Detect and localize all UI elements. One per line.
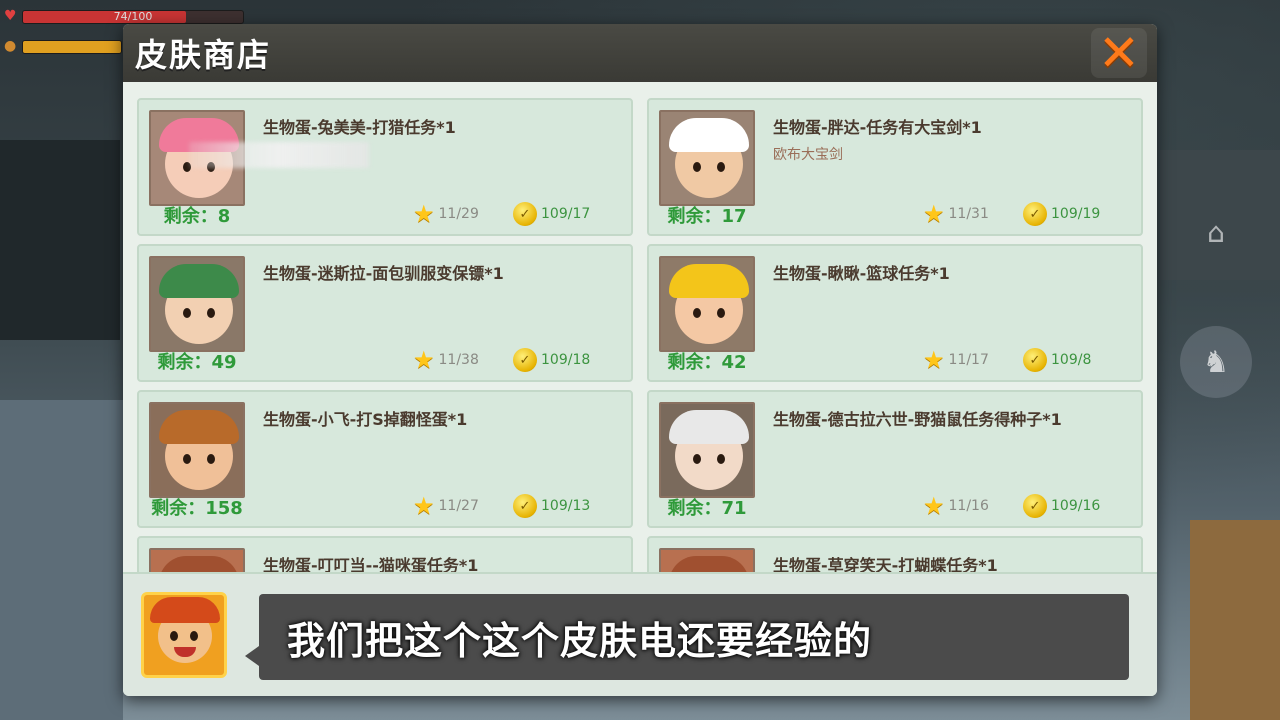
coin-cost-value: 109/18	[541, 352, 591, 368]
coin-icon: ✓	[513, 348, 537, 372]
star-cost: ★ 11/29	[413, 202, 479, 226]
stock-remaining: 剩余：17	[667, 206, 747, 227]
star-cost-value: 11/16	[948, 498, 989, 514]
shop-item-card[interactable]: 生物蛋-胖达-任务有大宝剑*1 欧布大宝剑 剩余：17 ★ 11/31 ✓ 10…	[647, 98, 1143, 236]
item-name: 生物蛋-胖达-任务有大宝剑*1	[773, 118, 982, 137]
shop-item-card[interactable]: 生物蛋-小飞-打S掉翻怪蛋*1 剩余：158 ★ 11/27 ✓ 109/13	[137, 390, 633, 528]
coin-cost-value: 109/13	[541, 498, 591, 514]
shop-item-card[interactable]: 生物蛋-瞅瞅-篮球任务*1 剩余：42 ★ 11/17 ✓ 109/8	[647, 244, 1143, 382]
stock-remaining: 剩余：49	[157, 352, 237, 373]
star-icon: ★	[923, 346, 945, 374]
item-subtitle: 欧布大宝剑	[773, 147, 843, 163]
coin-cost-value: 109/16	[1051, 498, 1101, 514]
coin-icon: ✓	[1023, 202, 1047, 226]
star-cost-value: 11/17	[948, 352, 989, 368]
skin-portrait	[149, 256, 245, 352]
stock-remaining: 剩余：158	[151, 498, 243, 519]
shop-item-card[interactable]: 生物蛋-迷斯拉-面包驯服变保镖*1 剩余：49 ★ 11/38 ✓ 109/18	[137, 244, 633, 382]
star-cost: ★ 11/27	[413, 494, 479, 518]
coin-icon: ✓	[513, 494, 537, 518]
star-icon: ★	[413, 200, 435, 228]
monkey-king-avatar	[141, 592, 227, 678]
coin-icon: ✓	[1023, 348, 1047, 372]
coin-cost: ✓ 109/16	[1023, 494, 1100, 518]
star-cost: ★ 11/38	[413, 348, 479, 372]
coin-icon: ✓	[1023, 494, 1047, 518]
star-icon: ★	[413, 492, 435, 520]
coin-cost: ✓ 109/19	[1023, 202, 1100, 226]
star-cost: ★ 11/16	[923, 494, 989, 518]
item-name: 生物蛋-兔美美-打猎任务*1	[263, 118, 456, 137]
heart-icon: ♥	[4, 8, 17, 24]
star-cost-value: 11/38	[438, 352, 479, 368]
shop-header: 皮肤商店 ✕	[123, 24, 1157, 82]
star-cost-value: 11/27	[438, 498, 479, 514]
coin-cost-value: 109/17	[541, 206, 591, 222]
item-name: 生物蛋-小飞-打S掉翻怪蛋*1	[263, 410, 468, 429]
pet-button[interactable]: ♞	[1180, 326, 1252, 398]
skin-portrait	[659, 256, 755, 352]
skin-portrait	[659, 402, 755, 498]
skin-portrait	[149, 402, 245, 498]
shop-item-card[interactable]: 生物蛋-兔美美-打猎任务*1 剩余：8 ★ 11/29 ✓ 109/17	[137, 98, 633, 236]
blurred-region	[189, 142, 369, 168]
coin-cost: ✓ 109/17	[513, 202, 590, 226]
coin-cost: ✓ 109/18	[513, 348, 590, 372]
video-subtitle: 我们把这个这个皮肤电还要经验的	[287, 619, 873, 663]
star-icon: ★	[923, 200, 945, 228]
coin-icon: ✓	[513, 202, 537, 226]
skin-shop-panel: 皮肤商店 ✕ 生物蛋-兔美美-打猎任务*1 剩余：8 ★ 11/29 ✓ 109…	[123, 24, 1157, 696]
food-icon: ●	[4, 38, 17, 54]
skin-portrait	[659, 110, 755, 206]
dialogue-area: 我们把这个这个皮肤电还要经验的	[123, 572, 1157, 696]
stock-remaining: 剩余：42	[667, 352, 747, 373]
backpack-button[interactable]: ⌂	[1180, 196, 1252, 268]
stock-remaining: 剩余：71	[667, 498, 747, 519]
health-value: 74/100	[113, 10, 153, 23]
item-name: 生物蛋-瞅瞅-篮球任务*1	[773, 264, 950, 283]
star-cost: ★ 11/17	[923, 348, 989, 372]
coin-cost: ✓ 109/13	[513, 494, 590, 518]
item-name: 生物蛋-迷斯拉-面包驯服变保镖*1	[263, 264, 504, 283]
coin-cost: ✓ 109/8	[1023, 348, 1091, 372]
star-cost: ★ 11/31	[923, 202, 989, 226]
star-icon: ★	[923, 492, 945, 520]
health-bar: 74/100	[22, 10, 244, 24]
shop-title: 皮肤商店	[135, 36, 272, 74]
stock-remaining: 剩余：8	[163, 206, 231, 227]
star-cost-value: 11/29	[438, 206, 479, 222]
star-cost-value: 11/31	[948, 206, 989, 222]
coin-cost-value: 109/8	[1051, 352, 1092, 368]
coin-cost-value: 109/19	[1051, 206, 1101, 222]
star-icon: ★	[413, 346, 435, 374]
shop-item-list[interactable]: 生物蛋-兔美美-打猎任务*1 剩余：8 ★ 11/29 ✓ 109/17 生物蛋…	[123, 82, 1157, 634]
close-button[interactable]: ✕	[1091, 28, 1147, 78]
subtitle-box: 我们把这个这个皮肤电还要经验的	[245, 594, 1129, 680]
hunger-bar	[22, 40, 122, 54]
item-name: 生物蛋-德古拉六世-野猫鼠任务得种子*1	[773, 410, 1062, 429]
shop-item-card[interactable]: 生物蛋-德古拉六世-野猫鼠任务得种子*1 剩余：71 ★ 11/16 ✓ 109…	[647, 390, 1143, 528]
